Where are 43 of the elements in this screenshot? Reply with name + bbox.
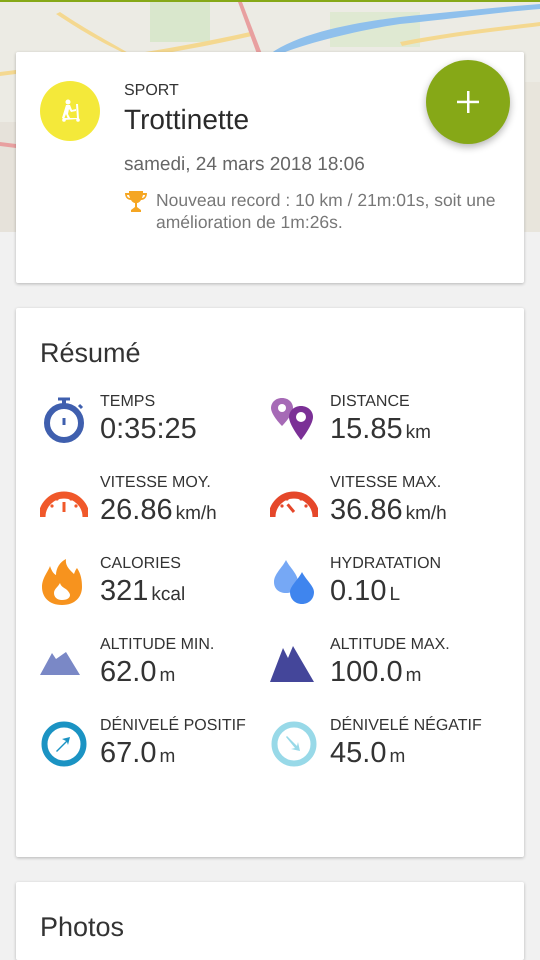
record-message: Nouveau record : 10 km / 21m:01s, soit une amélioration de 1m:26s. (156, 189, 496, 233)
stat-value: 36.86 (330, 494, 403, 527)
stat-unit: m (159, 746, 176, 768)
stat-label: VITESSE MOY. (100, 474, 212, 492)
stat-unit: km/h (406, 503, 447, 525)
stat-unit: km/h (176, 503, 217, 525)
sport-name: Trottinette (124, 104, 250, 136)
stat-value: 0.10 (330, 575, 386, 608)
stat-value: 15.85 (330, 413, 403, 446)
arrow-down-right-icon (270, 720, 318, 768)
flame-icon (40, 558, 84, 606)
stat-value: 321 (100, 575, 148, 608)
stat-value: 62.0 (100, 656, 156, 689)
photos-title: Photos (40, 912, 126, 943)
mountains-icon (270, 644, 314, 682)
stat-value: 26.86 (100, 494, 173, 527)
stat-value: 100.0 (330, 656, 403, 689)
add-button[interactable] (426, 60, 510, 144)
stat-label: DÉNIVELÉ POSITIF (100, 717, 246, 735)
stat-unit: m (159, 665, 176, 687)
trophy-icon (124, 190, 148, 212)
stat-label: HYDRATATION (330, 555, 442, 573)
stat-label: DÉNIVELÉ NÉGATIF (330, 717, 482, 735)
mountains-icon (40, 650, 80, 674)
sport-label: SPORT (124, 82, 180, 100)
stat-unit: km (406, 422, 431, 444)
plus-icon (457, 91, 479, 113)
stat-unit: m (389, 746, 406, 768)
stat-label: ALTITUDE MIN. (100, 636, 214, 654)
stat-value: 67.0 (100, 737, 156, 770)
stat-unit: L (389, 584, 400, 606)
stat-value: 0:35:25 (100, 413, 197, 446)
stat-unit: kcal (151, 584, 186, 606)
stat-value: 45.0 (330, 737, 386, 770)
stat-label: CALORIES (100, 555, 182, 573)
stat-label: TEMPS (100, 393, 156, 411)
stat-label: ALTITUDE MAX. (330, 636, 450, 654)
arrow-up-right-icon (40, 720, 88, 768)
stat-label: DISTANCE (330, 393, 411, 411)
stat-unit: m (406, 665, 422, 687)
summary-title: Résumé (40, 338, 142, 369)
stat-label: VITESSE MAX. (330, 474, 442, 492)
activity-date: samedi, 24 mars 2018 18:06 (124, 154, 366, 176)
